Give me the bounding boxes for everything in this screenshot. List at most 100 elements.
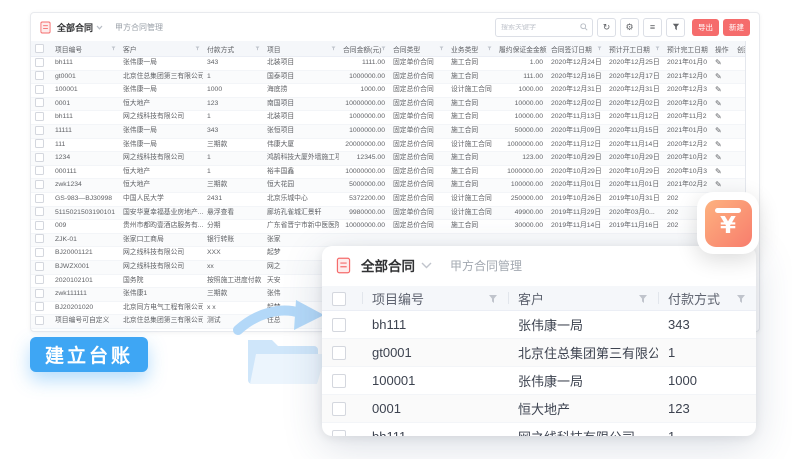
cell-project-code[interactable]: bh111 bbox=[362, 311, 508, 339]
edit-icon[interactable]: ✎ bbox=[715, 99, 722, 108]
edit-icon[interactable]: ✎ bbox=[715, 58, 722, 67]
cell-customer[interactable]: 网之线科技有限公司 bbox=[508, 423, 658, 437]
row-checkbox[interactable] bbox=[35, 153, 44, 162]
row-checkbox[interactable] bbox=[332, 430, 346, 436]
row-checkbox[interactable] bbox=[35, 71, 44, 80]
filter-icon[interactable] bbox=[597, 46, 602, 51]
cell-project-code[interactable]: 111 bbox=[51, 138, 119, 152]
cell-project[interactable]: 伟康大厦 bbox=[263, 138, 339, 152]
edit-icon[interactable]: ✎ bbox=[715, 167, 722, 176]
cell-customer[interactable]: 网之线科技有限公司 bbox=[119, 260, 203, 274]
cell-customer[interactable]: 张伟康一局 bbox=[119, 138, 203, 152]
cell-project-code[interactable]: bh111 bbox=[51, 57, 119, 71]
row-checkbox[interactable] bbox=[35, 126, 44, 135]
filter-icon[interactable] bbox=[195, 46, 200, 51]
search-input[interactable] bbox=[496, 24, 578, 31]
row-checkbox[interactable] bbox=[35, 302, 44, 311]
cell-customer[interactable]: 恒大地产 bbox=[119, 179, 203, 193]
cell-project-code[interactable]: 009 bbox=[51, 220, 119, 234]
cell-project-code[interactable]: 1234 bbox=[51, 152, 119, 166]
search-box[interactable] bbox=[495, 18, 593, 37]
cell-customer[interactable]: 张伟康一局 bbox=[508, 367, 658, 395]
filter-icon[interactable] bbox=[439, 46, 444, 51]
cell-customer[interactable]: 国安华夏幸福基业房地产... bbox=[119, 206, 203, 220]
row-checkbox[interactable] bbox=[35, 221, 44, 230]
cell-project-code[interactable]: 5115021503190101 bbox=[51, 206, 119, 220]
row-checkbox[interactable] bbox=[332, 318, 346, 332]
chevron-down-icon[interactable] bbox=[421, 262, 432, 269]
filter-toolbar-button[interactable] bbox=[666, 18, 685, 37]
edit-icon[interactable]: ✎ bbox=[715, 180, 722, 189]
cell-project[interactable]: 广东省晋宁市新中医医院... bbox=[263, 220, 339, 234]
filter-icon[interactable] bbox=[638, 294, 648, 304]
search-icon[interactable] bbox=[580, 23, 588, 31]
settings-button[interactable]: ⚙ bbox=[620, 18, 639, 37]
edit-icon[interactable]: ✎ bbox=[715, 85, 722, 94]
cell-project-code[interactable]: bh111 bbox=[362, 423, 508, 437]
chevron-down-icon[interactable] bbox=[96, 25, 103, 30]
export-button[interactable]: 导出 bbox=[692, 19, 719, 36]
cell-customer[interactable]: 张伟康1 bbox=[119, 288, 203, 302]
cell-customer[interactable]: 国务院 bbox=[119, 274, 203, 288]
cell-project-code[interactable]: 2020102101 bbox=[51, 274, 119, 288]
create-ledger-badge[interactable]: 建立台账 bbox=[30, 337, 148, 372]
cell-project-code[interactable]: ZJK-01 bbox=[51, 233, 119, 247]
row-checkbox[interactable] bbox=[35, 180, 44, 189]
filter-icon[interactable] bbox=[111, 46, 116, 51]
cell-project-code[interactable]: 100001 bbox=[362, 367, 508, 395]
cell-project[interactable]: 恒大花园 bbox=[263, 179, 339, 193]
cell-customer[interactable]: 北京住总集团第三有限公司 bbox=[508, 339, 658, 367]
filter-icon[interactable] bbox=[487, 46, 492, 51]
cell-project-code[interactable]: 0001 bbox=[362, 395, 508, 423]
row-checkbox[interactable] bbox=[35, 166, 44, 175]
edit-icon[interactable]: ✎ bbox=[715, 126, 722, 135]
cell-project-code[interactable]: gt0001 bbox=[51, 70, 119, 84]
filter-icon[interactable] bbox=[736, 294, 746, 304]
row-checkbox[interactable] bbox=[35, 275, 44, 284]
row-checkbox[interactable] bbox=[35, 85, 44, 94]
cell-project[interactable]: 张家 bbox=[263, 233, 339, 247]
row-checkbox[interactable] bbox=[35, 234, 44, 243]
cell-customer[interactable]: 中国人民大学 bbox=[119, 192, 203, 206]
panel-subtitle[interactable]: 甲方合同管理 bbox=[115, 22, 163, 33]
filter-icon[interactable] bbox=[488, 294, 498, 304]
cell-project[interactable]: 张恒项目 bbox=[263, 124, 339, 138]
filter-icon[interactable] bbox=[255, 46, 260, 51]
cell-customer[interactable]: 张伟康一局 bbox=[119, 57, 203, 71]
cell-project[interactable]: 廊坊孔雀城汇景轩 bbox=[263, 206, 339, 220]
row-checkbox[interactable] bbox=[35, 289, 44, 298]
cell-project-code[interactable]: zwk111111 bbox=[51, 288, 119, 302]
ledger-yen-card[interactable]: ¥ bbox=[697, 192, 759, 254]
cell-project-code[interactable]: 0001 bbox=[51, 97, 119, 111]
row-checkbox[interactable] bbox=[35, 112, 44, 121]
row-checkbox[interactable] bbox=[332, 402, 346, 416]
edit-icon[interactable]: ✎ bbox=[715, 72, 722, 81]
cell-project-code[interactable]: BJ20001121 bbox=[51, 247, 119, 261]
row-checkbox[interactable] bbox=[332, 374, 346, 388]
cell-customer[interactable]: 恒大地产 bbox=[508, 395, 658, 423]
cell-project-code[interactable]: BJWZX001 bbox=[51, 260, 119, 274]
cell-project[interactable]: 南国项目 bbox=[263, 97, 339, 111]
row-checkbox[interactable] bbox=[35, 316, 44, 325]
cell-project[interactable]: 鸿鹄科技大厦外墙施工项目 bbox=[263, 152, 339, 166]
cell-project[interactable]: 裕丰国鑫 bbox=[263, 165, 339, 179]
cell-project-code[interactable]: 100001 bbox=[51, 84, 119, 98]
row-checkbox[interactable] bbox=[35, 139, 44, 148]
row-checkbox[interactable] bbox=[35, 98, 44, 107]
cell-project[interactable]: 北装项目 bbox=[263, 111, 339, 125]
cell-project-code[interactable]: zwk1234 bbox=[51, 179, 119, 193]
filter-icon[interactable] bbox=[655, 46, 660, 51]
edit-icon[interactable]: ✎ bbox=[715, 112, 722, 121]
cell-project-code[interactable]: bh111 bbox=[51, 111, 119, 125]
cell-customer[interactable]: 北京住总集团第三有限公司 bbox=[119, 315, 203, 329]
cell-project-code[interactable]: 000111 bbox=[51, 165, 119, 179]
row-checkbox[interactable] bbox=[35, 194, 44, 203]
cell-customer[interactable]: 张家口工商局 bbox=[119, 233, 203, 247]
cell-customer[interactable]: 张伟康一局 bbox=[119, 124, 203, 138]
cell-project[interactable]: 北京乐城中心 bbox=[263, 192, 339, 206]
cell-project-code[interactable]: GS-983—BJ30998 bbox=[51, 192, 119, 206]
cell-customer[interactable]: 网之线科技有限公司 bbox=[119, 247, 203, 261]
refresh-button[interactable]: ↻ bbox=[597, 18, 616, 37]
cell-project-code[interactable]: 11111 bbox=[51, 124, 119, 138]
row-checkbox[interactable] bbox=[35, 248, 44, 257]
